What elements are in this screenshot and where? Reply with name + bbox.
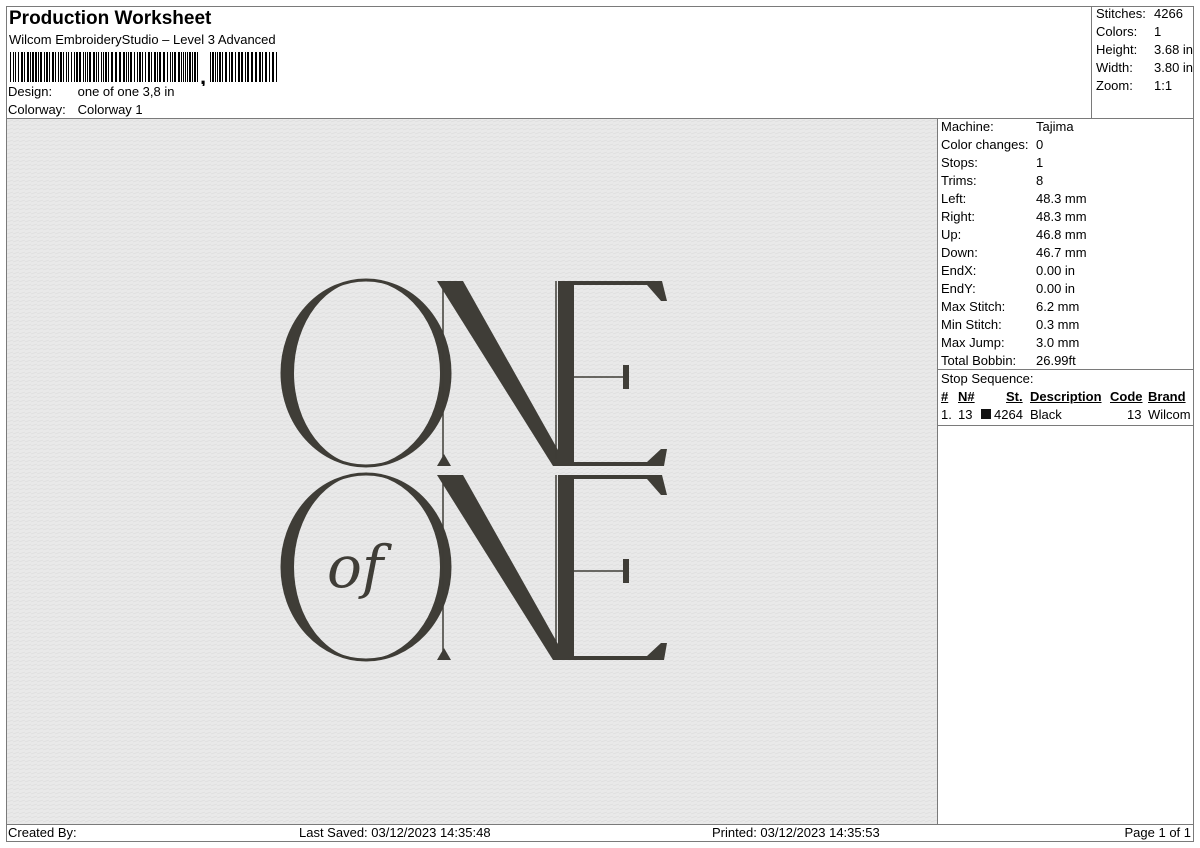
machine-info-label: Max Jump:: [941, 335, 1005, 350]
machine-info-value: 0.00 in: [1036, 281, 1076, 296]
machine-info-value: 0.00 in: [1036, 263, 1076, 278]
printed-date: Printed: 03/12/2023 14:35:53: [712, 825, 880, 840]
machine-info-row: Machine: Tajima: [941, 119, 1074, 137]
machine-info-label: Machine:: [941, 119, 994, 134]
col-header-st: St.: [1006, 389, 1023, 404]
stat-label: Width:: [1096, 60, 1133, 75]
design-canvas[interactable]: of: [7, 119, 937, 824]
machine-info-label: Down:: [941, 245, 978, 260]
worksheet-header: Production Worksheet Wilcom EmbroiderySt…: [6, 6, 1091, 118]
design-name: one of one 3,8 in: [77, 84, 175, 99]
stop-row-divider: [938, 425, 1194, 426]
machine-info-row: Down: 46.7 mm: [941, 245, 1087, 263]
stat-label: Zoom:: [1096, 78, 1133, 93]
stop-divider: [938, 369, 1194, 370]
barcode-icon: ,: [10, 52, 277, 86]
software-name: Wilcom EmbroideryStudio – Level 3 Advanc…: [9, 32, 276, 47]
colorway-row: Colorway: Colorway 1: [8, 102, 143, 117]
machine-info-row: EndY: 0.00 in: [941, 281, 1075, 299]
row-n: 13: [958, 407, 973, 422]
design-stats: Stitches: 4266 Colors: 1 Height: 3.68 in Wi…: [1091, 6, 1194, 118]
stat-label: Stitches:: [1096, 6, 1146, 21]
col-header-n: N#: [958, 389, 975, 404]
worksheet-title: Production Worksheet: [9, 8, 212, 29]
machine-info-row: Max Jump: 3.0 mm: [941, 335, 1079, 353]
machine-info-label: EndY:: [941, 281, 976, 296]
machine-info-label: Trims:: [941, 173, 977, 188]
svg-text:,: ,: [200, 64, 206, 86]
stat-value: 1: [1154, 24, 1162, 39]
row-brand: Wilcom: [1148, 407, 1191, 422]
machine-info-value: 1: [1036, 155, 1044, 170]
created-by: Created By:: [8, 825, 77, 840]
thread-color-swatch: [981, 409, 991, 419]
row-description: Black: [1030, 407, 1062, 422]
stat-row: Height: 3.68 in: [1096, 42, 1193, 57]
col-header-num: #: [941, 389, 949, 404]
machine-info-label: Color changes:: [941, 137, 1029, 152]
stat-row: Width: 3.80 in: [1096, 60, 1193, 75]
machine-info-value: 3.0 mm: [1036, 335, 1080, 350]
col-header-description: Description: [1030, 389, 1102, 404]
machine-info-value: 8: [1036, 173, 1044, 188]
stat-value: 3.80 in: [1154, 60, 1194, 75]
stat-label: Height:: [1096, 42, 1138, 57]
machine-info-value: 48.3 mm: [1036, 191, 1087, 206]
stat-value: 3.68 in: [1154, 42, 1194, 57]
colorway-name: Colorway 1: [77, 102, 143, 117]
machine-info-value: 46.8 mm: [1036, 227, 1087, 242]
machine-info-value: 26.99ft: [1036, 353, 1076, 368]
machine-info-label: Left:: [941, 191, 967, 206]
stat-row: Colors: 1: [1096, 24, 1161, 39]
stat-value: 1:1: [1154, 78, 1173, 93]
machine-info-value: 48.3 mm: [1036, 209, 1087, 224]
machine-info-row: Max Stitch: 6.2 mm: [941, 299, 1079, 317]
machine-info-row: EndX: 0.00 in: [941, 263, 1075, 281]
stop-sequence-title: Stop Sequence:: [941, 371, 1034, 386]
machine-info-label: Min Stitch:: [941, 317, 1002, 332]
colorway-label: Colorway:: [8, 102, 66, 117]
machine-info-label: Stops:: [941, 155, 978, 170]
machine-info-row: Left: 48.3 mm: [941, 191, 1087, 209]
design-row: Design: one of one 3,8 in: [8, 84, 174, 99]
design-label: Design:: [8, 84, 53, 99]
machine-info-row: Trims: 8: [941, 173, 1043, 191]
machine-info-row: Right: 48.3 mm: [941, 209, 1087, 227]
panel-divider: [937, 118, 938, 824]
machine-info-label: Right:: [941, 209, 975, 224]
machine-info-label: Up:: [941, 227, 962, 242]
machine-info-row: Stops: 1: [941, 155, 1043, 173]
stat-value: 4266: [1154, 6, 1183, 21]
machine-info-row: Min Stitch: 0.3 mm: [941, 317, 1079, 335]
embroidery-design: of: [7, 119, 937, 824]
row-num: 1.: [941, 407, 952, 422]
row-stitches: 4264: [994, 407, 1023, 422]
stat-label: Colors:: [1096, 24, 1138, 39]
fabric-background: [7, 119, 937, 824]
last-saved: Last Saved: 03/12/2023 14:35:48: [299, 825, 491, 840]
machine-info-row: Color changes: 0: [941, 137, 1043, 155]
word-of: of: [327, 533, 393, 601]
machine-info-value: 0.3 mm: [1036, 317, 1080, 332]
machine-info-label: Max Stitch:: [941, 299, 1006, 314]
stat-row: Zoom: 1:1: [1096, 78, 1172, 93]
machine-info-value: 0: [1036, 137, 1044, 152]
col-header-brand: Brand: [1148, 389, 1186, 404]
page-number: Page 1 of 1: [1124, 825, 1192, 840]
machine-info-value: Tajima: [1036, 119, 1074, 134]
machine-info-label: EndX:: [941, 263, 977, 278]
machine-info-value: 46.7 mm: [1036, 245, 1087, 260]
machine-info-row: Up: 46.8 mm: [941, 227, 1087, 245]
stat-row: Stitches: 4266: [1096, 6, 1183, 21]
col-header-code: Code: [1110, 389, 1143, 404]
worksheet-footer: Created By: Last Saved: 03/12/2023 14:35…: [6, 824, 1194, 842]
machine-info-value: 6.2 mm: [1036, 299, 1080, 314]
row-code: 13: [1127, 407, 1142, 422]
machine-info-label: Total Bobbin:: [941, 353, 1017, 368]
